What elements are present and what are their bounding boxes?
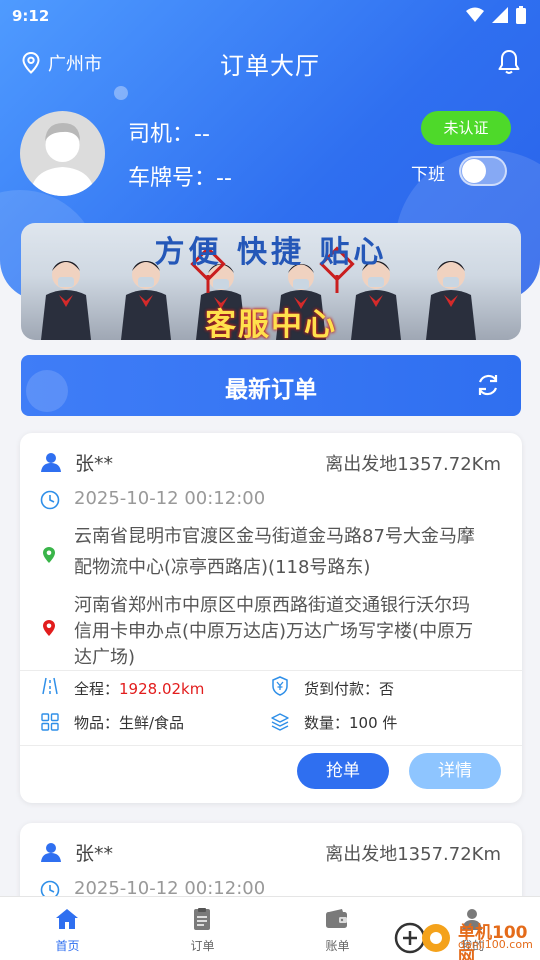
end-address-line: 达广场) — [74, 647, 136, 668]
wifi-icon — [466, 7, 484, 22]
tab-bills[interactable]: 账单 — [270, 897, 405, 960]
grab-order-button[interactable]: 抢单 — [297, 753, 389, 789]
road-icon — [42, 677, 58, 695]
duty-toggle[interactable] — [459, 156, 507, 186]
signal-icon — [492, 7, 508, 23]
end-address: 河南省郑州市中原区中原西路街道交通银行沃尔玛 信用卡申办点(中原万达店)万达广场… — [74, 593, 473, 671]
customer-name: 张** — [75, 843, 114, 865]
latest-orders-title: 最新订单 — [225, 377, 317, 403]
refresh-button[interactable] — [475, 372, 501, 402]
top-bar: 广州市 订单大厅 — [0, 40, 540, 86]
default-avatar-icon — [30, 123, 95, 196]
divider — [20, 670, 522, 671]
divider — [20, 745, 522, 746]
clipboard-icon — [194, 908, 210, 930]
home-icon — [56, 909, 78, 929]
start-location-icon — [43, 547, 55, 563]
battery-icon — [516, 6, 526, 24]
refresh-icon — [478, 374, 498, 396]
verify-button[interactable]: 未认证 — [421, 111, 511, 145]
latest-orders-header: 最新订单 — [21, 355, 521, 416]
end-address-line: 信用卡申办点(中原万达店)万达广场写字楼(中原万 — [74, 621, 474, 642]
order-time: 2025-10-12 00:12:00 — [74, 488, 266, 509]
tab-home[interactable]: 首页 — [0, 897, 135, 960]
pickup-distance: 离出发地1357.72Km — [325, 844, 501, 865]
tab-orders[interactable]: 订单 — [135, 897, 270, 960]
offline-label: 下班 — [411, 165, 445, 185]
service-banner[interactable]: 方便 快捷 贴心 客服中心 — [21, 223, 521, 340]
goods-type: 物品：生鲜/食品 — [74, 714, 185, 732]
site-watermark: 单机100网 danji100.com — [390, 916, 538, 960]
notification-button[interactable] — [498, 49, 520, 79]
clock-icon — [40, 490, 60, 510]
avatar[interactable] — [20, 111, 105, 196]
end-location-icon — [43, 620, 55, 636]
watermark-logo — [394, 922, 450, 954]
driver-name: 司机：-- — [128, 122, 210, 147]
status-time: 9:12 — [12, 7, 50, 25]
cash-on-delivery: 货到付款：否 — [304, 680, 395, 698]
start-address-line: 云南省昆明市官渡区金马街道金马路87号大金马摩 — [74, 526, 475, 547]
banner-service-title: 客服中心 — [205, 307, 337, 340]
user-icon — [41, 843, 61, 862]
decor-bubble — [114, 86, 128, 100]
page-title: 订单大厅 — [220, 52, 320, 80]
customer-name: 张** — [75, 453, 114, 475]
grid-icon — [41, 713, 59, 731]
end-address-line: 河南省郑州市中原区中原西路街道交通银行沃尔玛 — [74, 595, 470, 616]
total-distance-label: 全程： — [74, 680, 120, 698]
status-bar: 9:12 — [0, 0, 540, 32]
order-detail-button[interactable]: 详情 — [409, 753, 501, 789]
user-icon — [41, 453, 61, 472]
total-distance: 全程：1928.02km — [74, 678, 204, 699]
order-card[interactable]: 张** 离出发地1357.72Km 2025-10-12 00:12:00 云南… — [20, 433, 522, 803]
quantity: 数量：100 件 — [304, 714, 398, 732]
toggle-knob — [462, 159, 486, 183]
layers-icon — [271, 713, 289, 731]
pickup-distance: 离出发地1357.72Km — [325, 454, 501, 475]
shield-yen-icon — [272, 676, 288, 696]
banner-slogan: 方便 快捷 贴心 — [154, 235, 388, 270]
plate-number: 车牌号：-- — [128, 166, 232, 191]
bell-icon — [498, 50, 520, 74]
wallet-icon — [326, 909, 347, 928]
watermark-url: danji100.com — [458, 938, 533, 951]
start-address-line: 配物流中心(凉亭西路店)(118号路东) — [74, 557, 371, 578]
total-distance-value: 1928.02km — [119, 680, 205, 698]
start-address: 云南省昆明市官渡区金马街道金马路87号大金马摩 配物流中心(凉亭西路店)(118… — [74, 524, 475, 581]
tab-label: 订单 — [190, 939, 215, 953]
tab-label: 首页 — [55, 939, 80, 953]
tab-label: 账单 — [325, 939, 350, 953]
